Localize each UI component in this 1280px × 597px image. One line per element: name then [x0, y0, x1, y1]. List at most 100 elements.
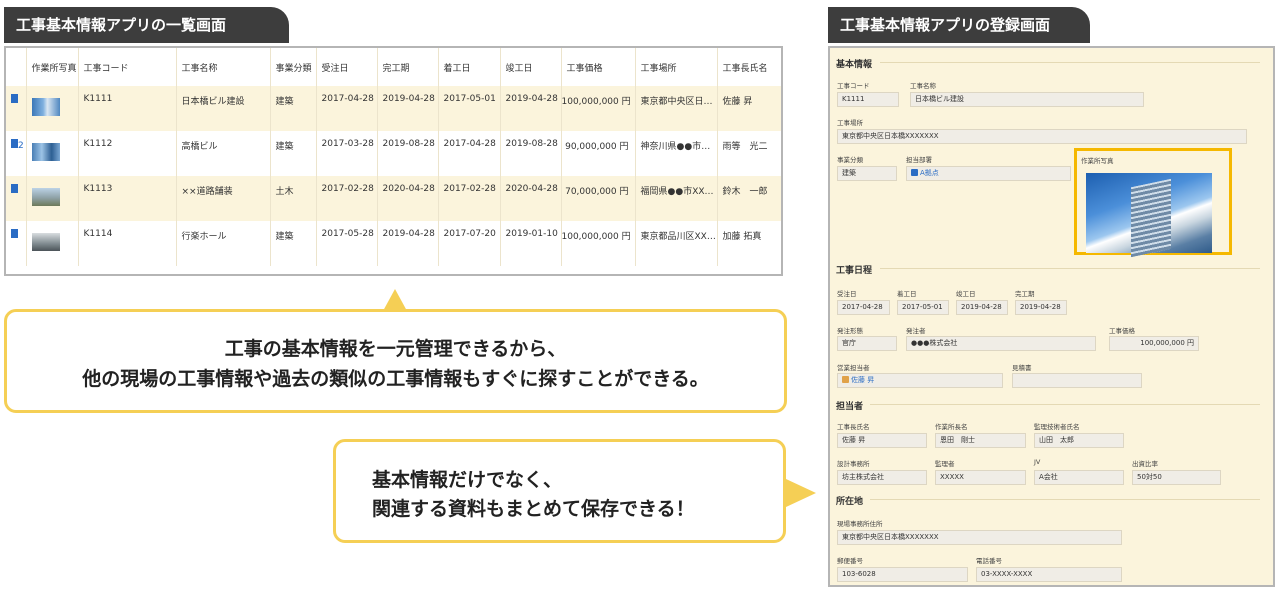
cell-price: 90,000,000 円	[561, 131, 636, 176]
col-header[interactable]: 竣工日	[500, 48, 562, 86]
cell-category: 建築	[270, 221, 317, 266]
cell-manager: 佐藤 昇	[717, 86, 781, 131]
order-date-field[interactable]: 2017-04-28	[837, 300, 890, 315]
cell-code: K1114	[78, 221, 177, 266]
field-label: 現場事務所住所	[837, 520, 883, 528]
client-field[interactable]: ●●●株式会社	[906, 336, 1096, 351]
col-header[interactable]: 完工期	[377, 48, 439, 86]
order-type-field[interactable]: 官庁	[837, 336, 897, 351]
sales-rep-field[interactable]: 佐藤 昇	[837, 373, 1003, 388]
col-header[interactable]: 着工日	[438, 48, 501, 86]
start-date-field[interactable]: 2017-05-01	[897, 300, 949, 315]
cell-order-date: 2017-02-28	[316, 176, 378, 221]
site-photo-thumbnail[interactable]	[31, 233, 60, 251]
record-detail-icon[interactable]	[11, 94, 18, 103]
table-row[interactable]: K1113 ××道路舗装 土木 2017-02-28 2020-04-28 20…	[6, 176, 781, 221]
supervising-engineer-field[interactable]: 山田 太郎	[1034, 433, 1124, 448]
record-detail-icon[interactable]	[11, 229, 18, 238]
site-photo-image[interactable]	[1086, 173, 1212, 258]
section-title-staff: 担当者	[836, 402, 864, 412]
callout-text: 工事の基本情報を一元管理できるから、	[224, 338, 567, 360]
field-label: 完工期	[1015, 290, 1035, 298]
divider	[870, 404, 1260, 405]
department-field[interactable]: A拠点	[906, 166, 1071, 181]
field-label: 竣工日	[956, 290, 976, 298]
postal-code-field[interactable]: 103-6028	[837, 567, 968, 582]
table-row[interactable]: K1114 行楽ホール 建築 2017-05-28 2019-04-28 201…	[6, 221, 781, 266]
field-label: JV	[1034, 458, 1041, 466]
table-row[interactable]: K1111 日本橋ビル建設 建築 2017-04-28 2019-04-28 2…	[6, 86, 781, 131]
site-photo-thumbnail[interactable]	[31, 98, 60, 116]
construction-name-field[interactable]: 日本橋ビル建設	[910, 92, 1144, 107]
col-header-detail	[6, 48, 27, 86]
field-label: 工事場所	[837, 119, 863, 127]
col-header[interactable]: 工事コード	[78, 48, 177, 86]
investment-ratio-field[interactable]: 50対50	[1132, 470, 1221, 485]
cell-place: 福岡県●●市XX…	[635, 176, 718, 221]
field-label: 担当部署	[906, 156, 932, 164]
design-office-field[interactable]: 坊主株式会社	[837, 470, 927, 485]
cell-start-date: 2017-04-28	[438, 131, 501, 176]
construction-code-field[interactable]: K1111	[837, 92, 899, 107]
cell-category: 建築	[270, 131, 317, 176]
site-photo-highlight: 作業所写真	[1074, 148, 1232, 258]
section-title-schedule: 工事日程	[836, 266, 873, 276]
col-header[interactable]: 工事価格	[561, 48, 636, 86]
cell-start-date: 2017-02-28	[438, 176, 501, 221]
cell-price: 100,000,000 円	[561, 86, 636, 131]
col-header[interactable]: 作業所写真	[26, 48, 79, 86]
field-label: 着工日	[897, 290, 917, 298]
field-label: 設計事務所	[837, 460, 870, 468]
divider	[880, 62, 1260, 63]
inspector-field[interactable]: XXXXX	[935, 470, 1026, 485]
register-form: 基本情報 工事コード K1111 工事名称 日本橋ビル建設 工事場所 東京都中央…	[828, 46, 1275, 587]
cell-finish-date: 2019-01-10	[500, 221, 562, 266]
callout-pointer	[786, 479, 816, 507]
cell-category: 土木	[270, 176, 317, 221]
col-header[interactable]: 工事場所	[635, 48, 718, 86]
cell-code: K1112	[78, 131, 177, 176]
organization-icon	[911, 169, 918, 176]
field-label: 発注者	[906, 327, 926, 335]
finish-date-field[interactable]: 2019-04-28	[956, 300, 1008, 315]
construction-place-field[interactable]: 東京都中央区日本橋XXXXXXX	[837, 129, 1247, 144]
business-category-field[interactable]: 建築	[837, 166, 897, 181]
site-chief-field[interactable]: 恩田 剛士	[935, 433, 1026, 448]
cell-order-date: 2017-04-28	[316, 86, 378, 131]
section-title-basic: 基本情報	[836, 60, 873, 70]
jv-field[interactable]: A会社	[1034, 470, 1124, 485]
cell-complete-date: 2019-08-28	[377, 131, 439, 176]
record-detail-icon[interactable]	[11, 139, 18, 148]
completion-date-field[interactable]: 2019-04-28	[1015, 300, 1067, 315]
divider	[870, 499, 1260, 500]
col-header[interactable]: 受注日	[316, 48, 378, 86]
cell-manager: 雨等 光二	[717, 131, 781, 176]
estimate-attachment-field[interactable]	[1012, 373, 1142, 388]
field-label: 工事価格	[1109, 327, 1135, 335]
record-list-table: 作業所写真 工事コード 工事名称 事業分類 受注日 完工期 着工日 竣工日 工事…	[6, 48, 781, 266]
col-header[interactable]: 事業分類	[270, 48, 317, 86]
site-photo-thumbnail[interactable]	[31, 188, 60, 206]
cell-start-date: 2017-07-20	[438, 221, 501, 266]
table-header-row: 作業所写真 工事コード 工事名称 事業分類 受注日 完工期 着工日 竣工日 工事…	[6, 48, 781, 86]
col-header[interactable]: 工事名称	[176, 48, 271, 86]
field-label: 工事コード	[837, 82, 870, 90]
site-photo-thumbnail[interactable]	[31, 143, 60, 161]
cell-place: 東京都中央区日…	[635, 86, 718, 131]
cell-start-date: 2017-05-01	[438, 86, 501, 131]
sales-rep-value: 佐藤 昇	[851, 376, 875, 384]
field-label: 工事名称	[910, 82, 936, 90]
site-office-address-field[interactable]: 東京都中央区日本橋XXXXXXX	[837, 530, 1122, 545]
col-header[interactable]: 工事長氏名	[717, 48, 781, 86]
field-label: 出資比率	[1132, 460, 1158, 468]
cell-finish-date: 2019-08-28	[500, 131, 562, 176]
field-label: 発注形態	[837, 327, 863, 335]
divider	[880, 268, 1260, 269]
table-row[interactable]: 2 K1112 高橋ビル 建築 2017-03-28 2019-08-28 20…	[6, 131, 781, 176]
phone-number-field[interactable]: 03-XXXX-XXXX	[976, 567, 1122, 582]
field-label: 監理技術者氏名	[1034, 423, 1080, 431]
cell-order-date: 2017-03-28	[316, 131, 378, 176]
construction-price-field[interactable]: 100,000,000 円	[1109, 336, 1199, 351]
record-detail-icon[interactable]	[11, 184, 18, 193]
manager-name-field[interactable]: 佐藤 昇	[837, 433, 927, 448]
